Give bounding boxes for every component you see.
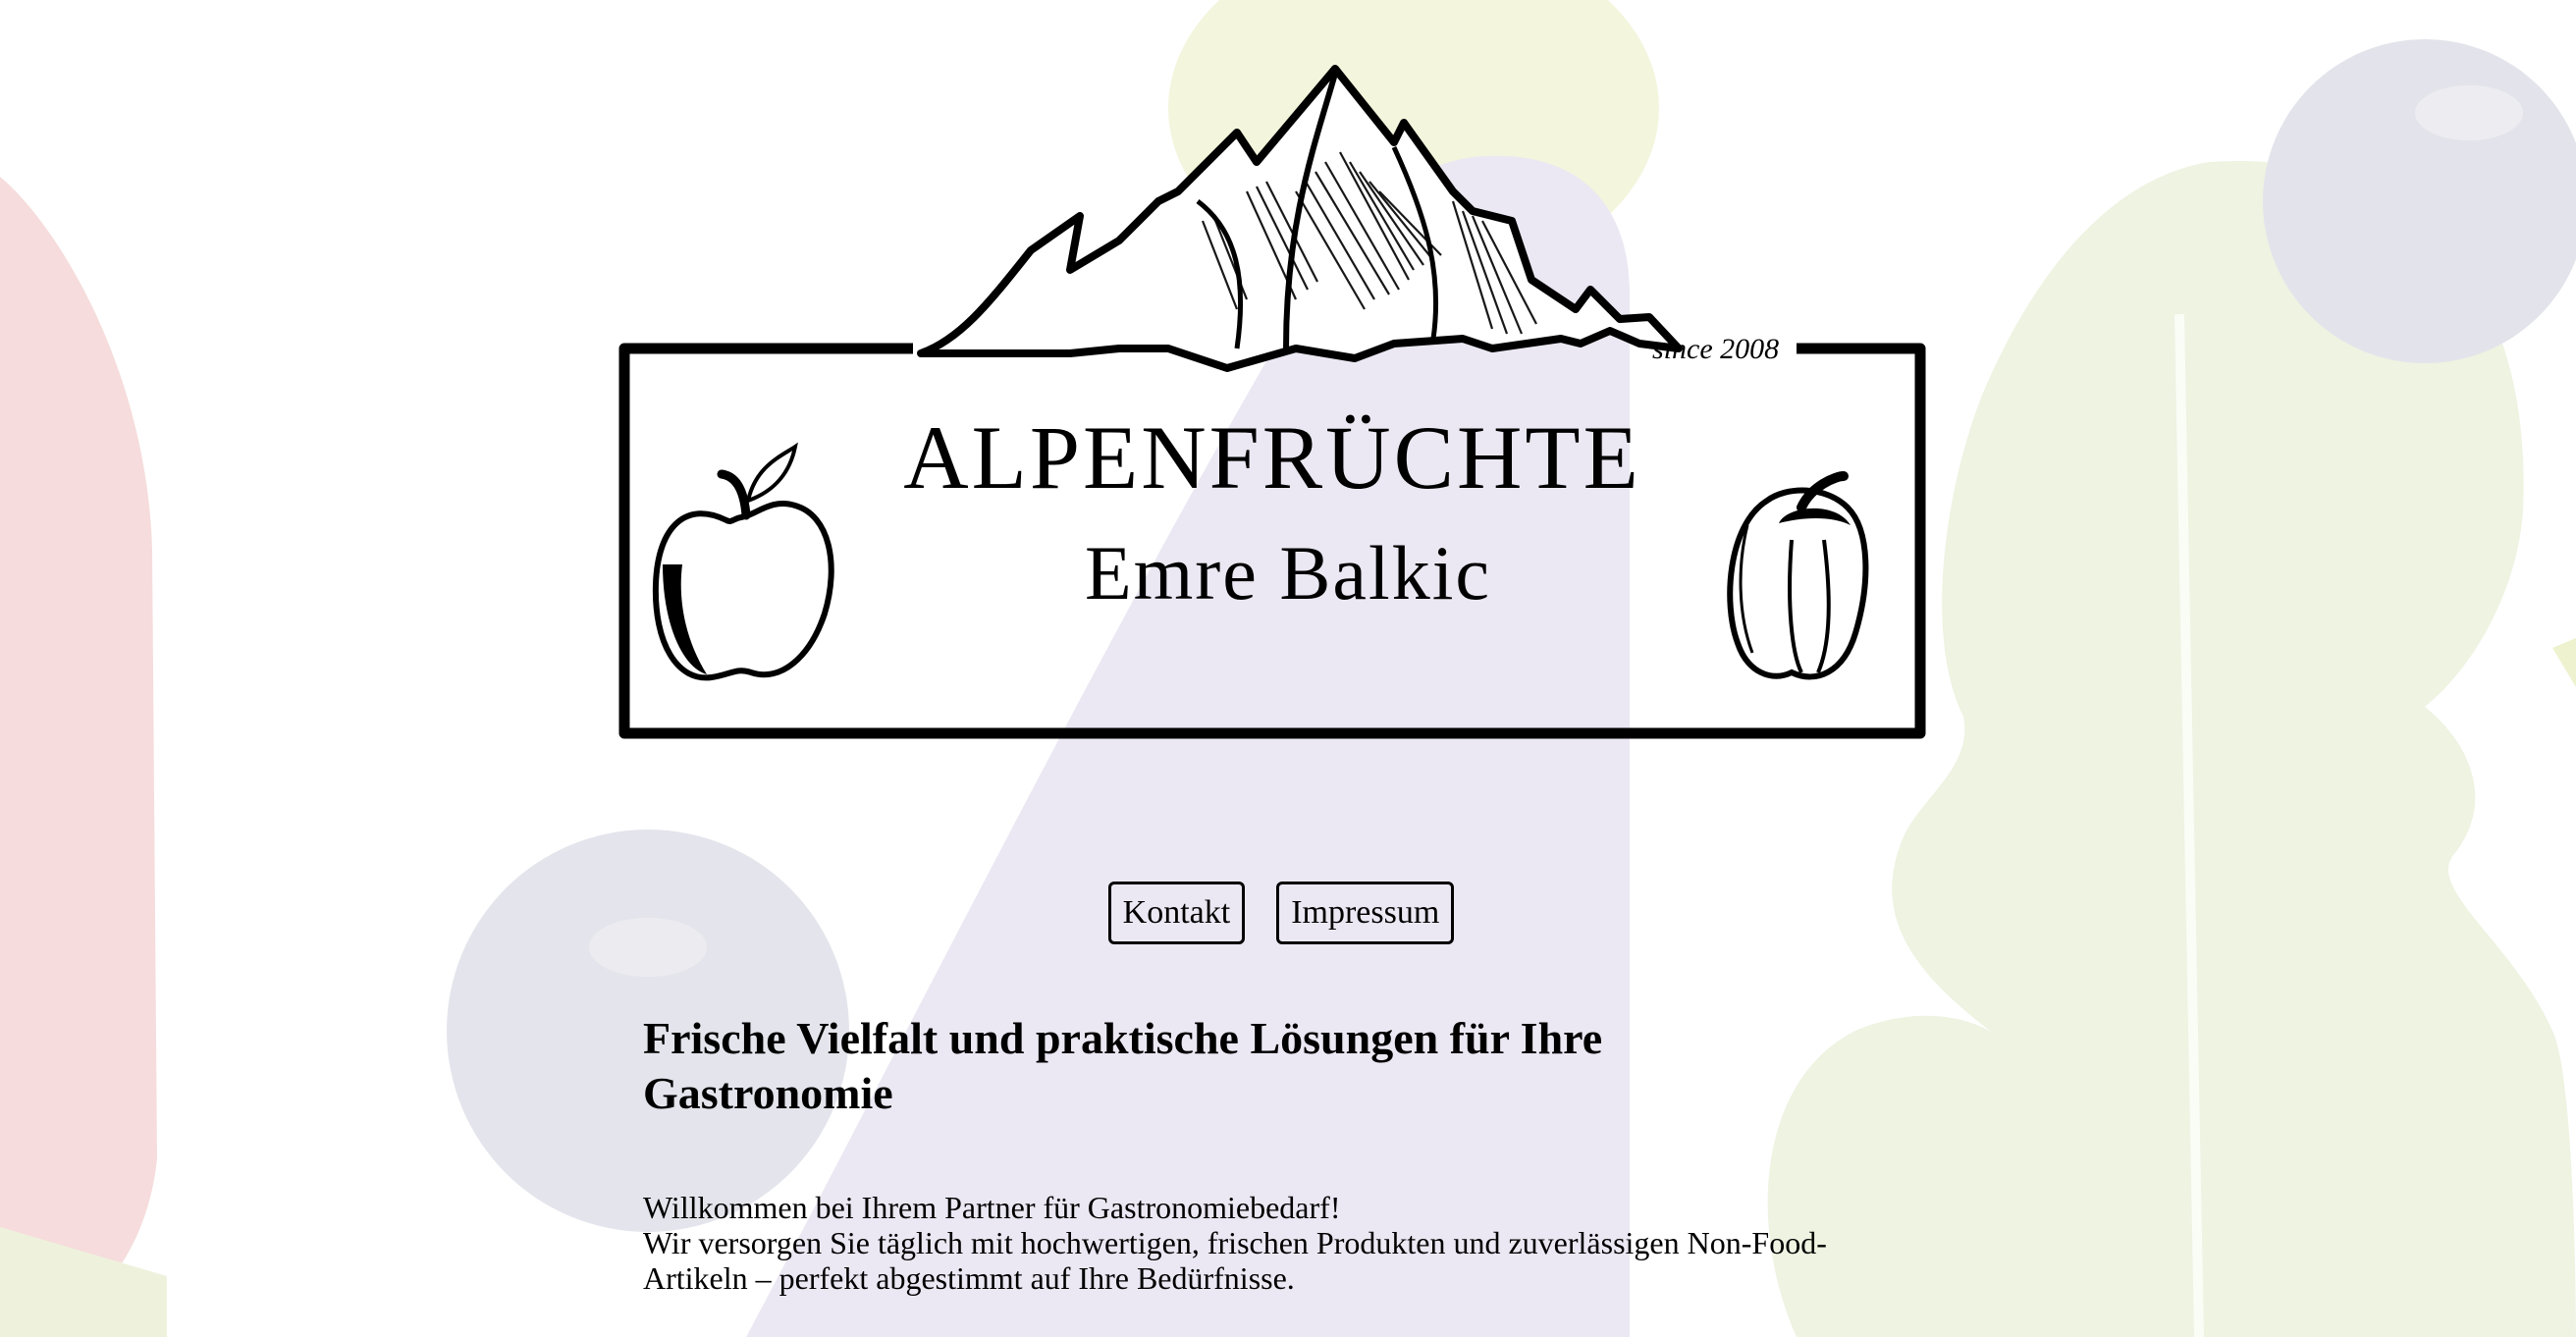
mountain-icon: since 2008: [917, 65, 1779, 372]
logo-owner: Emre Balkic: [1085, 530, 1491, 615]
nav-contact-button[interactable]: Kontakt: [1107, 882, 1246, 944]
bg-gray-circle-right: [2263, 39, 2576, 363]
apple-icon: [652, 442, 834, 681]
main-nav: Kontakt Impressum: [0, 882, 2576, 944]
intro-text: Willkommen bei Ihrem Partner für Gastron…: [643, 1190, 1841, 1296]
logo-brand-name: ALPENFRÜCHTE: [903, 407, 1641, 508]
main-content: Frische Vielfalt und praktische Lösungen…: [643, 1011, 1841, 1296]
intro-line-description: Wir versorgen Sie täglich mit hochwertig…: [643, 1225, 1827, 1296]
intro-line-welcome: Willkommen bei Ihrem Partner für Gastron…: [643, 1190, 1341, 1225]
bg-red-shape: [0, 177, 157, 1337]
pepper-icon: [1727, 471, 1869, 680]
logo-since: since 2008: [1652, 333, 1779, 365]
nav-imprint-button[interactable]: Impressum: [1276, 882, 1455, 944]
page-headline: Frische Vielfalt und praktische Lösungen…: [643, 1013, 1603, 1118]
logo[interactable]: since 2008 ALPENFRÜCHTE Emre Balkic: [609, 54, 1934, 761]
